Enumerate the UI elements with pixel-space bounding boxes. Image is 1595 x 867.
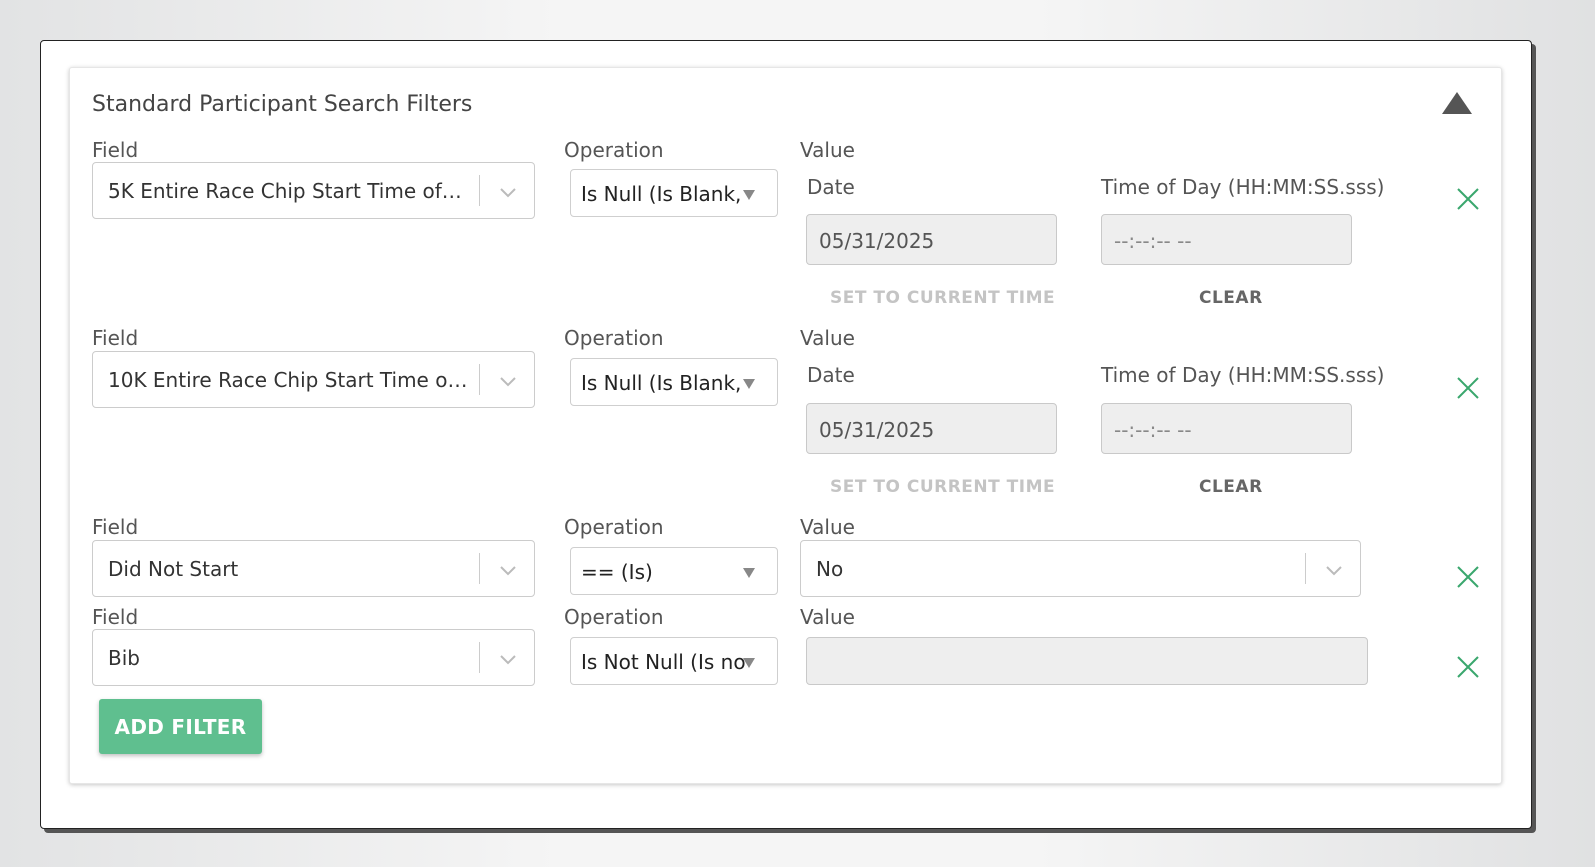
operation-label: Operation bbox=[564, 605, 664, 629]
field-select-value: 5K Entire Race Chip Start Time of Day... bbox=[108, 179, 468, 203]
clear-button-1[interactable]: CLEAR bbox=[1199, 288, 1263, 308]
value-select-value: No bbox=[816, 557, 844, 581]
date-field-1[interactable]: 05/31/2025 bbox=[806, 214, 1057, 265]
time-placeholder: --:--:-- -- bbox=[1114, 229, 1192, 253]
operation-label: Operation bbox=[564, 138, 664, 162]
dropdown-arrow-icon bbox=[743, 190, 755, 200]
time-of-day-label: Time of Day (HH:MM:SS.sss) bbox=[1101, 175, 1385, 199]
set-current-time-button-1[interactable]: SET TO CURRENT TIME bbox=[830, 288, 1055, 308]
field-select-value: Did Not Start bbox=[108, 557, 239, 581]
operation-select-value: == (Is) bbox=[581, 560, 653, 584]
operation-select-value: Is Not Null (Is not Blank) bbox=[581, 650, 746, 674]
field-select-4[interactable]: Bib bbox=[92, 629, 535, 686]
operation-select-3[interactable]: == (Is) bbox=[570, 547, 778, 595]
add-filter-button[interactable]: ADD FILTER bbox=[99, 699, 262, 754]
time-placeholder: --:--:-- -- bbox=[1114, 418, 1192, 442]
field-select-2[interactable]: 10K Entire Race Chip Start Time of Da... bbox=[92, 351, 535, 408]
dropdown-arrow-icon bbox=[743, 568, 755, 578]
operation-select-value: Is Null (Is Blank, Empty) bbox=[581, 371, 746, 395]
field-label: Field bbox=[92, 326, 139, 350]
card-title: Standard Participant Search Filters bbox=[92, 92, 473, 117]
chevron-down-icon bbox=[500, 566, 516, 576]
date-field-2[interactable]: 05/31/2025 bbox=[806, 403, 1057, 454]
clear-button-2[interactable]: CLEAR bbox=[1199, 477, 1263, 497]
search-filters-card: Standard Participant Search Filters Fiel… bbox=[69, 67, 1502, 784]
field-select-3[interactable]: Did Not Start bbox=[92, 540, 535, 597]
date-value: 05/31/2025 bbox=[819, 418, 935, 442]
operation-label: Operation bbox=[564, 515, 664, 539]
date-label: Date bbox=[807, 363, 855, 387]
close-icon[interactable] bbox=[1455, 375, 1481, 401]
close-icon[interactable] bbox=[1455, 654, 1481, 680]
chevron-down-icon bbox=[1326, 566, 1342, 576]
operation-select-4[interactable]: Is Not Null (Is not Blank) bbox=[570, 637, 778, 685]
field-label: Field bbox=[92, 605, 139, 629]
select-separator bbox=[479, 175, 480, 206]
field-select-value: 10K Entire Race Chip Start Time of Da... bbox=[108, 368, 468, 392]
time-field-2[interactable]: --:--:-- -- bbox=[1101, 403, 1352, 454]
chevron-down-icon bbox=[500, 655, 516, 665]
operation-select-value: Is Null (Is Blank, Empty) bbox=[581, 182, 746, 206]
value-label: Value bbox=[800, 515, 855, 539]
value-label: Value bbox=[800, 605, 855, 629]
field-label: Field bbox=[92, 515, 139, 539]
chevron-down-icon bbox=[500, 188, 516, 198]
value-label: Value bbox=[800, 138, 855, 162]
operation-label: Operation bbox=[564, 326, 664, 350]
dropdown-arrow-icon bbox=[743, 379, 755, 389]
select-separator bbox=[479, 364, 480, 395]
value-label: Value bbox=[800, 326, 855, 350]
value-field-4[interactable] bbox=[806, 637, 1368, 685]
time-of-day-label: Time of Day (HH:MM:SS.sss) bbox=[1101, 363, 1385, 387]
set-current-time-button-2[interactable]: SET TO CURRENT TIME bbox=[830, 477, 1055, 497]
select-separator bbox=[1305, 553, 1306, 584]
field-select-value: Bib bbox=[108, 646, 140, 670]
close-icon[interactable] bbox=[1455, 186, 1481, 212]
field-select-1[interactable]: 5K Entire Race Chip Start Time of Day... bbox=[92, 162, 535, 219]
outer-frame: Standard Participant Search Filters Fiel… bbox=[40, 40, 1532, 829]
value-select-3[interactable]: No bbox=[800, 540, 1361, 597]
close-icon[interactable] bbox=[1455, 564, 1481, 590]
time-field-1[interactable]: --:--:-- -- bbox=[1101, 214, 1352, 265]
select-separator bbox=[479, 553, 480, 584]
dropdown-arrow-icon bbox=[743, 658, 755, 668]
date-label: Date bbox=[807, 175, 855, 199]
select-separator bbox=[479, 642, 480, 673]
triangle-up-icon[interactable] bbox=[1440, 90, 1474, 116]
chevron-down-icon bbox=[500, 377, 516, 387]
operation-select-1[interactable]: Is Null (Is Blank, Empty) bbox=[570, 169, 778, 217]
date-value: 05/31/2025 bbox=[819, 229, 935, 253]
field-label: Field bbox=[92, 138, 139, 162]
operation-select-2[interactable]: Is Null (Is Blank, Empty) bbox=[570, 358, 778, 406]
